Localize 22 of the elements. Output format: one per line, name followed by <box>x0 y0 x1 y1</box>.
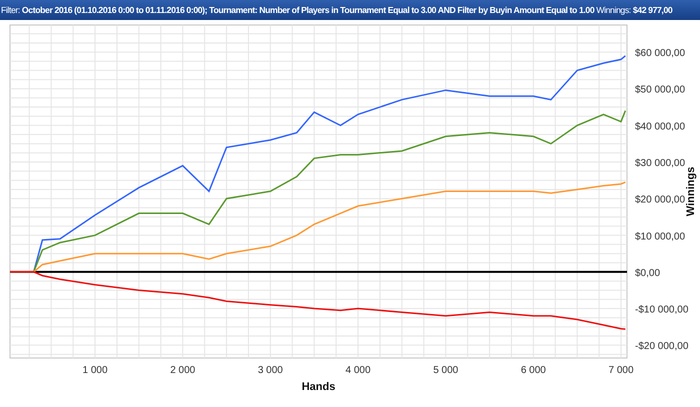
x-tick-label: 1 000 <box>82 365 108 376</box>
y-tick-label: -$10 000,00 <box>635 304 688 316</box>
filter-label: Filter: <box>1 5 20 15</box>
y-tick-label: $20 000,00 <box>635 194 686 206</box>
y-tick-label: $40 000,00 <box>635 121 686 132</box>
y-tick-label: $30 000,00 <box>635 158 686 169</box>
x-tick-label: 5 000 <box>433 365 458 376</box>
x-axis-title: Hands <box>302 381 336 393</box>
x-tick-label: 2 000 <box>170 365 196 376</box>
y-tick-label: $10 000,00 <box>635 231 686 242</box>
x-tick-label: 6 000 <box>520 365 546 376</box>
y-tick-label: $0,00 <box>635 268 660 279</box>
x-tick-label: 7 000 <box>608 365 634 376</box>
winnings-value: $42 977,00 <box>632 5 672 15</box>
x-tick-label: 3 000 <box>258 365 283 376</box>
x-tick-label: 4 000 <box>346 365 371 376</box>
y-tick-label: -$20 000,00 <box>635 341 688 352</box>
y-tick-label: $60 000,00 <box>635 48 686 60</box>
y-tick-label: $50 000,00 <box>635 84 686 96</box>
y-axis-title: Winnings <box>685 166 697 216</box>
filter-text: October 2016 (01.10.2016 0:00 to 01.11.2016 0:00); Tournament: Number of Players in Tournament Equal to 3.00 AND Filter by Buyin Amount Equal to 1.00 <box>22 5 594 15</box>
winnings-label: Winnings: <box>596 5 631 15</box>
